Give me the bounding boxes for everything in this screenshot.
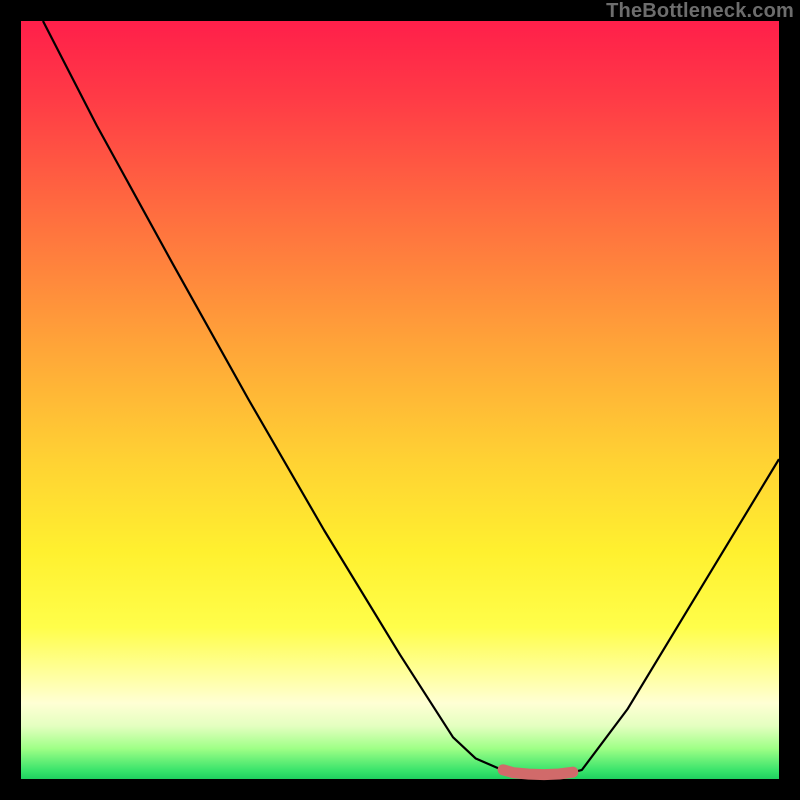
chart-svg (21, 21, 779, 779)
chart-stage: TheBottleneck.com (0, 0, 800, 800)
target-band-path (503, 770, 573, 775)
bottleneck-curve-path (43, 21, 779, 774)
series-container (43, 21, 779, 775)
watermark-text: TheBottleneck.com (606, 0, 794, 23)
plot-area (21, 21, 779, 779)
